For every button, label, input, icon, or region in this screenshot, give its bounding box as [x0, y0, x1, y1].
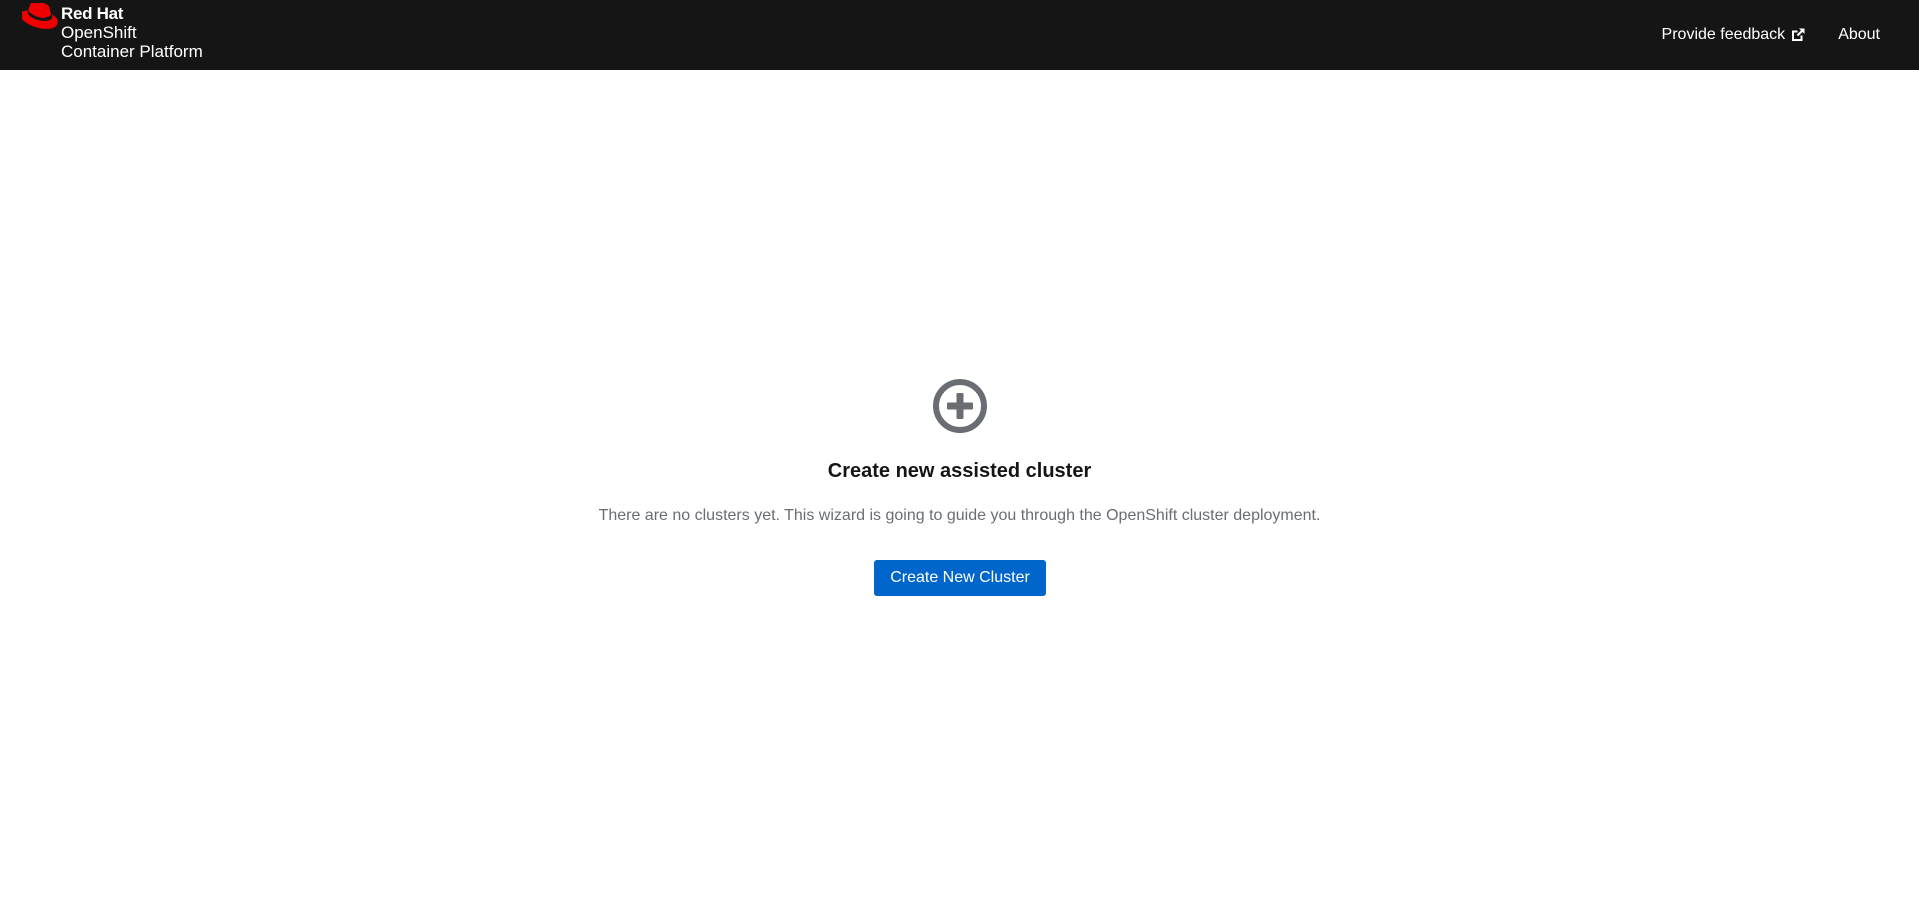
masthead: Red Hat OpenShift Container Platform Pro… — [0, 0, 1919, 70]
external-link-icon — [1792, 28, 1805, 41]
brand-logo[interactable]: Red Hat OpenShift Container Platform — [0, 0, 260, 70]
provide-feedback-label: Provide feedback — [1661, 26, 1786, 43]
about-link[interactable]: About — [1838, 26, 1880, 44]
provide-feedback-link[interactable]: Provide feedback — [1662, 26, 1807, 44]
header-nav: Provide feedback About — [1662, 0, 1919, 70]
product-subname: Container Platform — [61, 42, 203, 61]
create-new-cluster-button[interactable]: Create New Cluster — [874, 560, 1046, 596]
empty-state-body: There are no clusters yet. This wizard i… — [598, 507, 1321, 524]
empty-state: Create new assisted cluster There are no… — [0, 70, 1919, 901]
empty-state-title: Create new assisted cluster — [827, 460, 1092, 482]
plus-circle-icon — [933, 379, 987, 433]
product-name: OpenShift — [61, 23, 137, 42]
red-hat-fedora-icon — [22, 3, 58, 29]
brand-name: Red Hat — [61, 4, 124, 23]
